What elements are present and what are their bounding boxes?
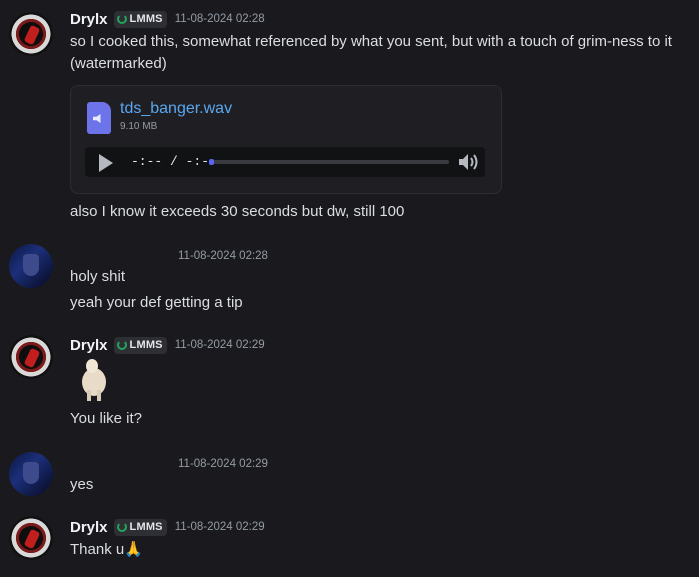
message-header: Drylx LMMS 11-08-2024 02:29 [70,517,265,537]
timestamp: 11-08-2024 02:28 [178,250,268,262]
timestamp: 11-08-2024 02:29 [174,521,265,533]
username[interactable]: Drylx [70,519,108,536]
lmms-logo-icon [116,522,127,532]
timestamp: 11-08-2024 02:29 [174,339,265,351]
audio-file-icon [87,102,111,134]
message-text: (watermarked) [70,55,167,72]
message-text: Thank u🙏 [70,541,143,558]
server-tag[interactable]: LMMS [113,10,167,28]
username[interactable]: Drylx [70,11,108,28]
volume-icon[interactable] [457,152,479,172]
message-text: yes [70,476,94,493]
username[interactable]: Drylx [70,337,108,354]
server-tag-label: LMMS [129,521,163,533]
timestamp: 11-08-2024 02:28 [174,13,265,25]
message-text: holy shit [70,268,126,285]
lmms-logo-icon [116,340,127,350]
avatar-drylx[interactable] [9,12,53,56]
progress-fill [209,159,214,165]
message-text: so I cooked this, somewhat referenced by… [70,33,672,50]
dog-sticker-icon[interactable] [78,358,110,402]
progress-track[interactable] [209,159,449,165]
message-header: Drylx LMMS 11-08-2024 02:28 [70,9,265,29]
lmms-logo-icon [116,14,127,24]
play-icon[interactable] [99,154,113,172]
avatar-drylx[interactable] [9,335,53,379]
message-text: You like it? [70,410,142,427]
server-tag-label: LMMS [129,13,163,25]
attachment-filesize: 9.10 MB [120,121,158,132]
attachment-filename[interactable]: tds_banger.wav [120,100,232,118]
server-tag[interactable]: LMMS [113,336,167,354]
avatar-user[interactable] [9,452,53,496]
avatar-user[interactable] [9,244,53,288]
audio-attachment: tds_banger.wav 9.10 MB -:-- / -:-- [70,85,502,194]
server-tag[interactable]: LMMS [113,518,167,536]
timestamp: 11-08-2024 02:29 [178,458,268,470]
avatar-drylx[interactable] [9,516,53,560]
message-text: also I know it exceeds 30 seconds but dw… [70,203,405,220]
server-tag-label: LMMS [129,339,163,351]
audio-player: -:-- / -:-- [85,147,485,177]
playback-time: -:-- / -:-- [131,154,217,169]
message-text: yeah your def getting a tip [70,294,243,311]
message-header: Drylx LMMS 11-08-2024 02:29 [70,335,265,355]
